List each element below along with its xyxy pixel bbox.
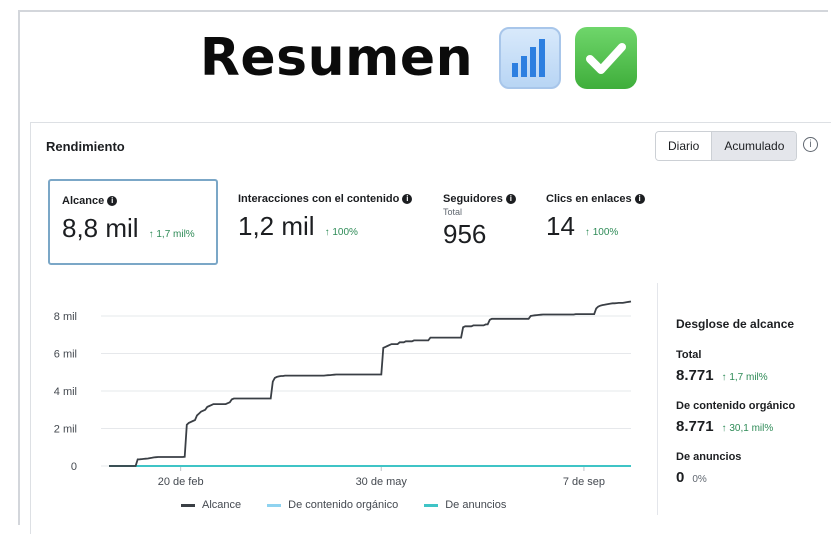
view-toggle: Diario Acumulado (655, 131, 798, 161)
summary-title: Resumen (199, 28, 474, 88)
metric-value-row: 14 ↑ 100% (546, 211, 637, 242)
metric-label-text: Seguidores (443, 193, 503, 205)
info-icon[interactable]: i (803, 137, 818, 152)
metric-value: 956 (443, 219, 487, 249)
metric-label-text: Alcance (62, 195, 105, 207)
breakdown-total-change: ↑ 1,7 mil% (721, 372, 768, 383)
card-title: Rendimiento (46, 139, 125, 154)
breakdown-organic-change: ↑ 30,1 mil% (721, 423, 774, 434)
legend-item-organic[interactable]: De contenido orgánico (267, 499, 398, 511)
breakdown-ads-change: 0% (692, 474, 707, 485)
breakdown-organic-row: 8.771 ↑ 30,1 mil% (676, 418, 826, 435)
breakdown-total-row: 8.771 ↑ 1,7 mil% (676, 367, 826, 384)
y-tick-label: 2 mil (54, 424, 77, 436)
x-tick-label: 7 de sep (563, 476, 605, 488)
breakdown-ads-row: 0 0% (676, 469, 826, 486)
metric-change: ↑ 100% (584, 227, 619, 238)
bar-chart-icon (499, 27, 562, 89)
chart-legend: Alcance De contenido orgánico De anuncio… (181, 499, 506, 511)
breakdown-ads-value: 0 (676, 469, 685, 486)
legend-swatch-ads (424, 503, 439, 507)
reach-breakdown: Desglose de alcance Total 8.771 ↑ 1,7 mi… (676, 317, 826, 486)
metric-change: ↑ 1,7 mil% (148, 229, 195, 240)
metric-sub-label: Total (443, 207, 463, 217)
toggle-daily[interactable]: Diario (656, 132, 712, 160)
y-tick-label: 6 mil (54, 349, 77, 361)
x-tick-label: 30 de may (356, 476, 408, 488)
series-line-reach (109, 300, 632, 467)
metric-label: Clics en enlaces i (546, 193, 645, 205)
legend-swatch-reach (181, 503, 195, 507)
info-badge-icon[interactable]: i (505, 194, 516, 204)
reach-line-chart: 0 2 mil 4 mil 6 mil 8 mil 20 de feb 30 de may 7… (54, 300, 632, 488)
metric-interactions[interactable]: Interacciones con el contenido i 1,2 mil … (226, 179, 426, 265)
metric-reach[interactable]: Alcance i 8,8 mil ↑ 1,7 mil% (48, 179, 218, 265)
metric-value-row: 1,2 mil ↑ 100% (238, 211, 414, 242)
y-tick-label: 8 mil (54, 311, 77, 323)
breakdown-organic-value: 8.771 (676, 418, 714, 435)
legend-label: De contenido orgánico (288, 499, 399, 511)
info-badge-icon[interactable]: i (634, 194, 645, 204)
metric-label: Seguidores i (443, 193, 519, 205)
metric-label: Interacciones con el contenido i (238, 193, 414, 205)
screenshot-frame-top (18, 10, 828, 12)
legend-swatch-organic (267, 503, 282, 507)
vertical-divider (657, 283, 658, 515)
metric-value-row: 8,8 mil ↑ 1,7 mil% (62, 213, 204, 244)
breakdown-total-label: Total (676, 349, 702, 361)
metric-link-clicks[interactable]: Clics en enlaces i 14 ↑ 100% (534, 179, 649, 265)
legend-item-reach[interactable]: Alcance (181, 499, 241, 511)
y-tick-label: 4 mil (54, 386, 77, 398)
breakdown-total-value: 8.771 (676, 367, 714, 384)
metric-followers[interactable]: Seguidores i Total 956 (431, 179, 531, 265)
performance-card: Rendimiento Diario Acumulado i Alcance i … (30, 122, 831, 534)
breakdown-title: Desglose de alcance (676, 317, 795, 331)
metric-value: 1,2 mil (238, 211, 315, 241)
breakdown-ads-label: De anuncios (676, 451, 742, 463)
metric-value: 14 (546, 211, 575, 241)
y-tick-label: 0 (71, 461, 77, 473)
metric-change: ↑ 100% (324, 227, 358, 238)
breakdown-organic-label: De contenido orgánico (676, 400, 796, 412)
reach-chart: 0 2 mil 4 mil 6 mil 8 mil 20 de feb 30 de may 7… (31, 281, 656, 531)
legend-label: De anuncios (445, 499, 507, 511)
metric-label-text: Clics en enlaces (546, 193, 632, 205)
toggle-cumulative[interactable]: Acumulado (711, 132, 797, 160)
metric-value: 8,8 mil (62, 213, 139, 243)
metric-label-text: Interacciones con el contenido (238, 193, 400, 205)
legend-label: Alcance (202, 499, 242, 511)
info-badge-icon[interactable]: i (402, 194, 413, 204)
metric-label: Alcance i (62, 195, 204, 207)
check-mark-icon (575, 27, 638, 89)
x-tick-label: 20 de feb (158, 476, 204, 488)
summary-header: Resumen (0, 18, 837, 98)
info-badge-icon[interactable]: i (107, 196, 118, 206)
legend-item-ads[interactable]: De anuncios (424, 499, 506, 511)
metric-value-row: 956 (443, 219, 519, 250)
